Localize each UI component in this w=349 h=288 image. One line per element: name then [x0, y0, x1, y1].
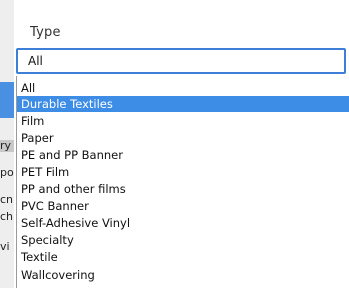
- dropdown-option-paper[interactable]: Paper: [17, 130, 349, 146]
- background-text-fragment: ry: [0, 139, 12, 152]
- dropdown-option-self-adhesive-vinyl[interactable]: Self-Adhesive Vinyl: [17, 215, 349, 231]
- background-text-fragment: cn: [0, 193, 14, 206]
- dropdown-option-specialty[interactable]: Specialty: [17, 232, 349, 248]
- background-selected-row: [0, 82, 14, 118]
- type-select[interactable]: All: [16, 48, 346, 74]
- type-dropdown-list[interactable]: All Durable Textiles Film Paper PE and P…: [16, 76, 349, 288]
- background-text-fragment: ch: [0, 210, 14, 223]
- dropdown-option-textile[interactable]: Textile: [17, 249, 349, 265]
- type-select-value: All: [28, 54, 43, 68]
- dropdown-option-pet-film[interactable]: PET Film: [17, 164, 349, 180]
- dropdown-option-durable-textiles[interactable]: Durable Textiles: [17, 96, 349, 112]
- dropdown-option-wallcovering[interactable]: Wallcovering: [17, 267, 349, 283]
- dropdown-option-film[interactable]: Film: [17, 113, 349, 129]
- dropdown-option-pp-other-films[interactable]: PP and other films: [17, 181, 349, 197]
- background-text-fragment: vi: [0, 240, 10, 253]
- dropdown-option-pvc-banner[interactable]: PVC Banner: [17, 198, 349, 214]
- type-label: Type: [30, 25, 61, 40]
- background-text-fragment: po: [0, 166, 14, 179]
- dropdown-option-all[interactable]: All: [17, 80, 349, 96]
- dropdown-option-pe-pp-banner[interactable]: PE and PP Banner: [17, 147, 349, 163]
